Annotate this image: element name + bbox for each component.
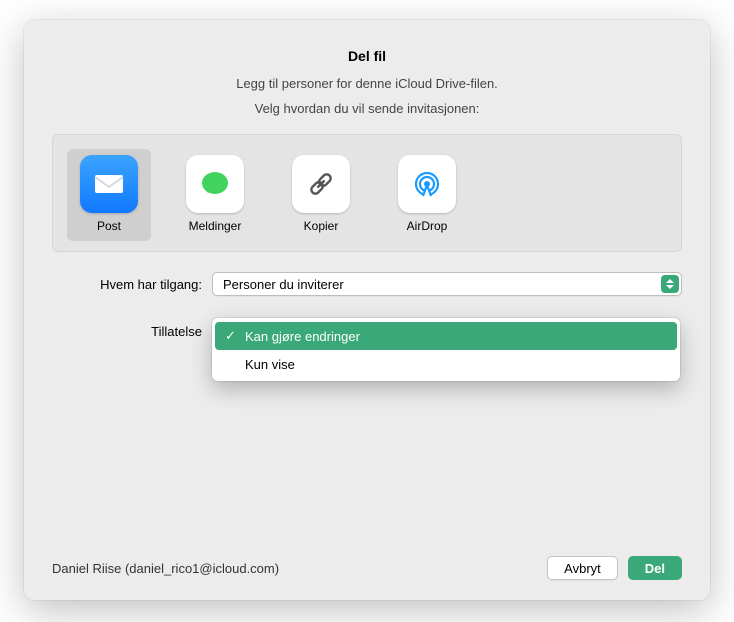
access-row: Hvem har tilgang: Personer du inviterer [52, 272, 682, 296]
permission-popup: ✓ Kan gjøre endringer Kun vise [212, 318, 680, 381]
permission-row: Tillatelse ✓ Kan gjøre endringer Kun vis… [52, 318, 682, 339]
chevron-up-down-icon [661, 275, 679, 293]
share-method-label: Kopier [283, 219, 359, 233]
share-method-label: AirDrop [389, 219, 465, 233]
share-button[interactable]: Del [628, 556, 682, 580]
share-method-label: Post [71, 219, 147, 233]
share-method-mail[interactable]: Post [67, 149, 151, 241]
share-method-copy-link[interactable]: Kopier [279, 149, 363, 241]
share-file-dialog: Del fil Legg til personer for denne iClo… [24, 20, 710, 600]
dialog-footer: Daniel Riise (daniel_rico1@icloud.com) A… [52, 556, 682, 580]
access-label: Hvem har tilgang: [52, 277, 212, 292]
permission-option-label: Kun vise [243, 357, 295, 372]
permission-option-view[interactable]: Kun vise [215, 350, 677, 378]
link-icon [292, 155, 350, 213]
dialog-subtitle-2: Velg hvordan du vil sende invitasjonen: [52, 101, 682, 116]
share-method-airdrop[interactable]: AirDrop [385, 149, 469, 241]
mail-icon [80, 155, 138, 213]
share-methods-panel: Post Meldinger Kopier [52, 134, 682, 252]
messages-icon [186, 155, 244, 213]
checkmark-icon: ✓ [225, 328, 243, 344]
access-select-value: Personer du inviterer [223, 277, 344, 292]
dialog-subtitle: Legg til personer for denne iCloud Drive… [52, 76, 682, 91]
permission-label: Tillatelse [52, 318, 212, 339]
share-method-label: Meldinger [177, 219, 253, 233]
dialog-title: Del fil [52, 48, 682, 64]
access-select[interactable]: Personer du inviterer [212, 272, 682, 296]
cancel-button[interactable]: Avbryt [547, 556, 618, 580]
share-method-messages[interactable]: Meldinger [173, 149, 257, 241]
permission-option-label: Kan gjøre endringer [243, 329, 360, 344]
permission-option-edit[interactable]: ✓ Kan gjøre endringer [215, 322, 677, 350]
airdrop-icon [398, 155, 456, 213]
current-user-label: Daniel Riise (daniel_rico1@icloud.com) [52, 561, 537, 576]
